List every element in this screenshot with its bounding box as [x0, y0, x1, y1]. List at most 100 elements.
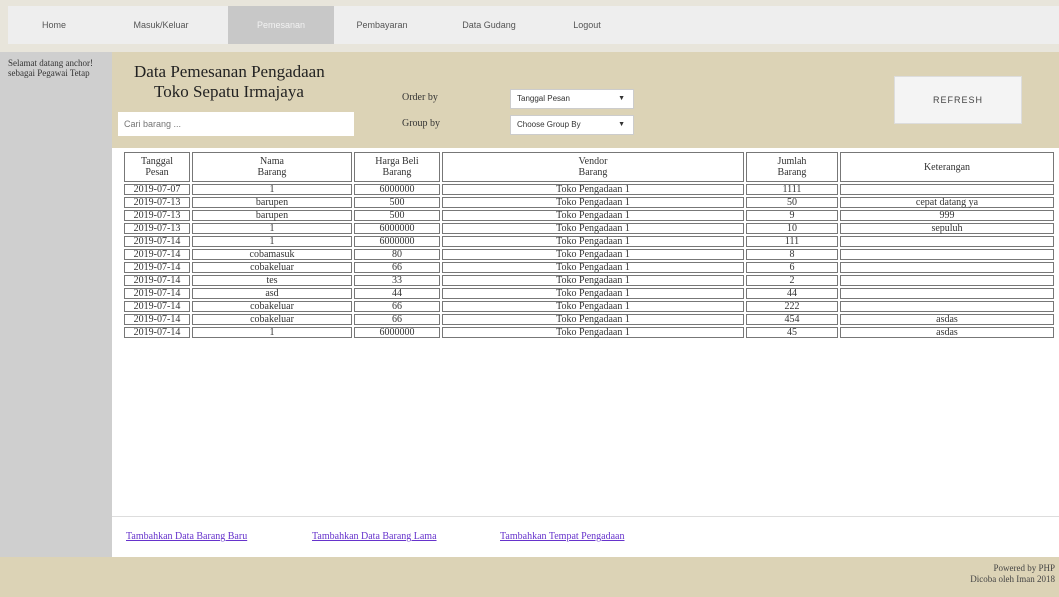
table-cell: tes	[192, 275, 352, 286]
table-cell	[840, 262, 1054, 273]
order-by-select[interactable]: Tanggal Pesan ▼	[510, 89, 634, 109]
nav-home[interactable]: Home	[16, 6, 92, 44]
table-cell: 999	[840, 210, 1054, 221]
table-cell: cobamasuk	[192, 249, 352, 260]
table-cell	[840, 275, 1054, 286]
nav-logout[interactable]: Logout	[552, 6, 622, 44]
table-row: 2019-07-14 asd 44 Toko Pengadaan 1 44	[124, 288, 1054, 299]
nav-pemesanan[interactable]: Pemesanan	[228, 6, 334, 44]
table-cell: 44	[354, 288, 440, 299]
table-cell: 1	[192, 236, 352, 247]
dropdown-arrow-icon: ▼	[618, 121, 625, 128]
table-cell: Toko Pengadaan 1	[442, 275, 744, 286]
footer-text: Powered by PHP Dicoba oleh Iman 2018	[970, 563, 1055, 585]
table-cell: cobakeluar	[192, 262, 352, 273]
table-cell: 2019-07-14	[124, 249, 190, 260]
table-cell: 6000000	[354, 184, 440, 195]
nav-masuk-keluar[interactable]: Masuk/Keluar	[122, 6, 200, 44]
table-cell: 1	[192, 223, 352, 234]
table-cell: 2019-07-13	[124, 197, 190, 208]
col-vendor: Vendor Barang	[442, 152, 744, 182]
table-row: 2019-07-13 barupen 500 Toko Pengadaan 1 50 ce…	[124, 197, 1054, 208]
orders-table: Tanggal Pesan Nama Barang Harga Beli Barang…	[122, 150, 1056, 340]
refresh-button[interactable]: REFRESH	[894, 76, 1022, 124]
table-cell: 1	[192, 327, 352, 338]
footer-powered: Powered by PHP	[993, 563, 1055, 573]
table-cell	[840, 236, 1054, 247]
col-keterangan: Keterangan	[840, 152, 1054, 182]
table-cell: 1111	[746, 184, 838, 195]
table-cell: 2019-07-14	[124, 236, 190, 247]
table-row: 2019-07-14 cobakeluar 66 Toko Pengadaan 1 45…	[124, 314, 1054, 325]
table-row: 2019-07-14 1 6000000 Toko Pengadaan 1 45 asda…	[124, 327, 1054, 338]
table-cell: 1	[192, 184, 352, 195]
table-cell: 500	[354, 197, 440, 208]
table-cell: asd	[192, 288, 352, 299]
footer: Powered by PHP Dicoba oleh Iman 2018	[0, 557, 1059, 597]
table-cell: asdas	[840, 314, 1054, 325]
table-row: 2019-07-14 cobamasuk 80 Toko Pengadaan 18	[124, 249, 1054, 260]
col-tanggal-pesan: Tanggal Pesan	[124, 152, 190, 182]
nav-data-gudang[interactable]: Data Gudang	[444, 6, 534, 44]
table-cell: 222	[746, 301, 838, 312]
orders-table-area: Tanggal Pesan Nama Barang Harga Beli Barang…	[112, 148, 1059, 516]
table-cell: asdas	[840, 327, 1054, 338]
table-cell: 66	[354, 301, 440, 312]
page-header: Data Pemesanan Pengadaan Toko Sepatu Irm…	[112, 52, 1059, 148]
table-row: 2019-07-14 1 6000000 Toko Pengadaan 1 111	[124, 236, 1054, 247]
page-subtitle: Toko Sepatu Irmajaya	[154, 82, 304, 101]
table-cell: 45	[746, 327, 838, 338]
sidebar: Selamat datang anchor! sebagai Pegawai T…	[0, 52, 112, 557]
table-cell: 2019-07-14	[124, 275, 190, 286]
footer-credit: Dicoba oleh Iman 2018	[970, 574, 1055, 584]
col-jumlah: Jumlah Barang	[746, 152, 838, 182]
table-cell	[840, 249, 1054, 260]
table-cell: 454	[746, 314, 838, 325]
search-input[interactable]	[118, 112, 354, 136]
table-cell	[840, 288, 1054, 299]
table-cell: 2	[746, 275, 838, 286]
table-cell: 33	[354, 275, 440, 286]
table-cell: 66	[354, 262, 440, 273]
nav-pembayaran[interactable]: Pembayaran	[344, 6, 420, 44]
table-cell: 2019-07-14	[124, 301, 190, 312]
table-cell: Toko Pengadaan 1	[442, 223, 744, 234]
table-cell: cobakeluar	[192, 314, 352, 325]
dropdown-arrow-icon: ▼	[618, 95, 625, 102]
table-cell: 2019-07-14	[124, 327, 190, 338]
group-by-select[interactable]: Choose Group By ▼	[510, 115, 634, 135]
add-existing-item-link[interactable]: Tambahkan Data Barang Lama	[312, 531, 437, 542]
table-cell: barupen	[192, 210, 352, 221]
action-links: Tambahkan Data Barang Baru Tambahkan Dat…	[112, 516, 1059, 559]
table-cell: 6000000	[354, 223, 440, 234]
greeting-text: Selamat datang anchor! sebagai Pegawai T…	[8, 58, 93, 78]
table-cell: Toko Pengadaan 1	[442, 236, 744, 247]
order-by-value: Tanggal Pesan	[517, 94, 570, 103]
table-cell: 2019-07-13	[124, 210, 190, 221]
table-row: 2019-07-14 cobakeluar 66 Toko Pengadaan 16	[124, 262, 1054, 273]
table-cell: Toko Pengadaan 1	[442, 262, 744, 273]
table-row: 2019-07-13 1 6000000 Toko Pengadaan 1 10 sepu…	[124, 223, 1054, 234]
table-cell: Toko Pengadaan 1	[442, 327, 744, 338]
table-cell: cobakeluar	[192, 301, 352, 312]
table-body: 2019-07-07 1 6000000 Toko Pengadaan 1 1111 20…	[124, 184, 1054, 338]
table-cell: 2019-07-14	[124, 288, 190, 299]
add-vendor-link[interactable]: Tambahkan Tempat Pengadaan	[500, 531, 624, 542]
table-cell: 8	[746, 249, 838, 260]
table-header-row: Tanggal Pesan Nama Barang Harga Beli Barang…	[124, 152, 1054, 182]
page-title: Data Pemesanan Pengadaan	[134, 62, 325, 81]
table-cell: 80	[354, 249, 440, 260]
table-cell: sepuluh	[840, 223, 1054, 234]
group-by-label: Group by	[402, 118, 441, 129]
table-cell: Toko Pengadaan 1	[442, 314, 744, 325]
table-row: 2019-07-07 1 6000000 Toko Pengadaan 1 1111	[124, 184, 1054, 195]
table-cell: Toko Pengadaan 1	[442, 288, 744, 299]
table-cell: 66	[354, 314, 440, 325]
table-cell: cepat datang ya	[840, 197, 1054, 208]
table-cell: 2019-07-14	[124, 314, 190, 325]
table-row: 2019-07-14 cobakeluar 66 Toko Pengadaan 1 22…	[124, 301, 1054, 312]
top-nav: Home Masuk/Keluar Pemesanan Pembayaran D…	[0, 0, 1059, 52]
add-new-item-link[interactable]: Tambahkan Data Barang Baru	[126, 531, 247, 542]
col-harga-beli: Harga Beli Barang	[354, 152, 440, 182]
table-cell: 44	[746, 288, 838, 299]
